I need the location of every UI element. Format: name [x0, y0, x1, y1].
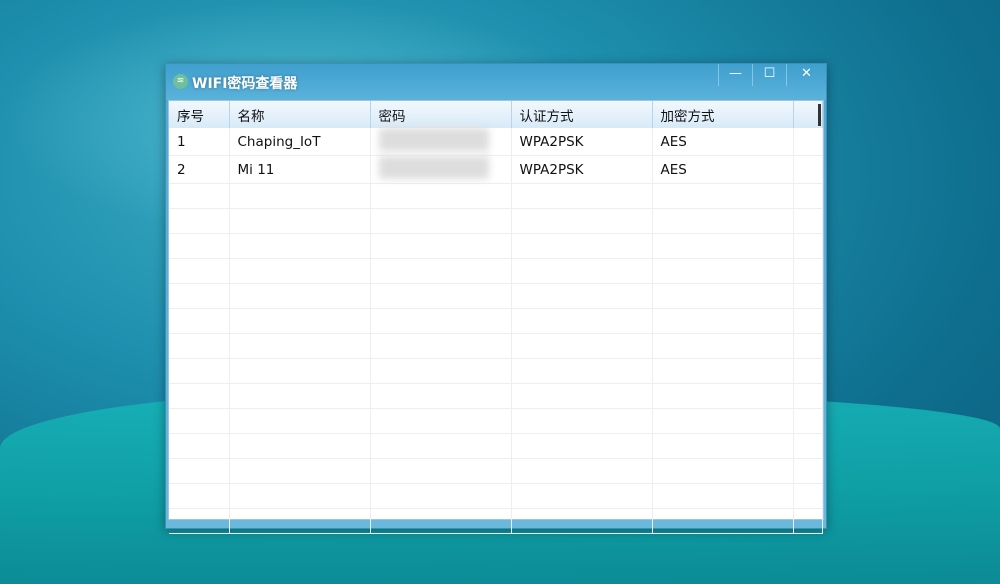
cell-auth: WPA2PSK	[511, 155, 653, 184]
column-header-password[interactable]: 密码	[370, 101, 512, 128]
wifi-list: 序号 名称 密码 认证方式 加密方式 1 Chaping_IoT WPA2PSK…	[168, 100, 824, 534]
empty-row	[169, 408, 823, 434]
empty-row	[169, 233, 823, 259]
empty-row	[169, 283, 823, 309]
empty-row	[169, 458, 823, 484]
column-header-name[interactable]: 名称	[229, 101, 371, 128]
cell-password-blurred	[370, 155, 512, 184]
empty-row	[169, 508, 823, 534]
cell-cipher: AES	[652, 155, 794, 184]
cell-password-blurred	[370, 128, 512, 156]
empty-row	[169, 208, 823, 234]
cell-index: 1	[169, 128, 230, 156]
empty-row	[169, 433, 823, 459]
table-row[interactable]: 1 Chaping_IoT WPA2PSK AES	[169, 128, 823, 156]
close-button[interactable]: ✕	[786, 64, 826, 86]
cell-cipher: AES	[652, 128, 794, 156]
column-header-cipher[interactable]: 加密方式	[652, 101, 794, 128]
empty-row	[169, 333, 823, 359]
cell-name: Mi 11	[229, 155, 371, 184]
empty-row	[169, 483, 823, 509]
column-header-index[interactable]: 序号	[169, 101, 230, 128]
minimize-button[interactable]: —	[718, 64, 752, 86]
column-header-auth[interactable]: 认证方式	[511, 101, 653, 128]
table-row[interactable]: 2 Mi 11 WPA2PSK AES	[169, 155, 823, 184]
window-title: WIFI密码查看器	[192, 76, 298, 92]
empty-row	[169, 308, 823, 334]
empty-row	[169, 258, 823, 284]
header-resize-handle[interactable]	[818, 104, 821, 126]
empty-row	[169, 358, 823, 384]
title-bar[interactable]: ≋ WIFI密码查看器 — ☐ ✕	[166, 64, 826, 100]
maximize-button[interactable]: ☐	[752, 64, 786, 86]
cell-index: 2	[169, 155, 230, 184]
wifi-icon: ≋	[173, 74, 188, 89]
empty-row	[169, 383, 823, 409]
app-window: ≋ WIFI密码查看器 — ☐ ✕ 序号 名称 密码 认证方式 加密方式 1 C…	[165, 63, 827, 534]
empty-row	[169, 183, 823, 209]
cell-name: Chaping_IoT	[229, 128, 371, 156]
cell-auth: WPA2PSK	[511, 128, 653, 156]
